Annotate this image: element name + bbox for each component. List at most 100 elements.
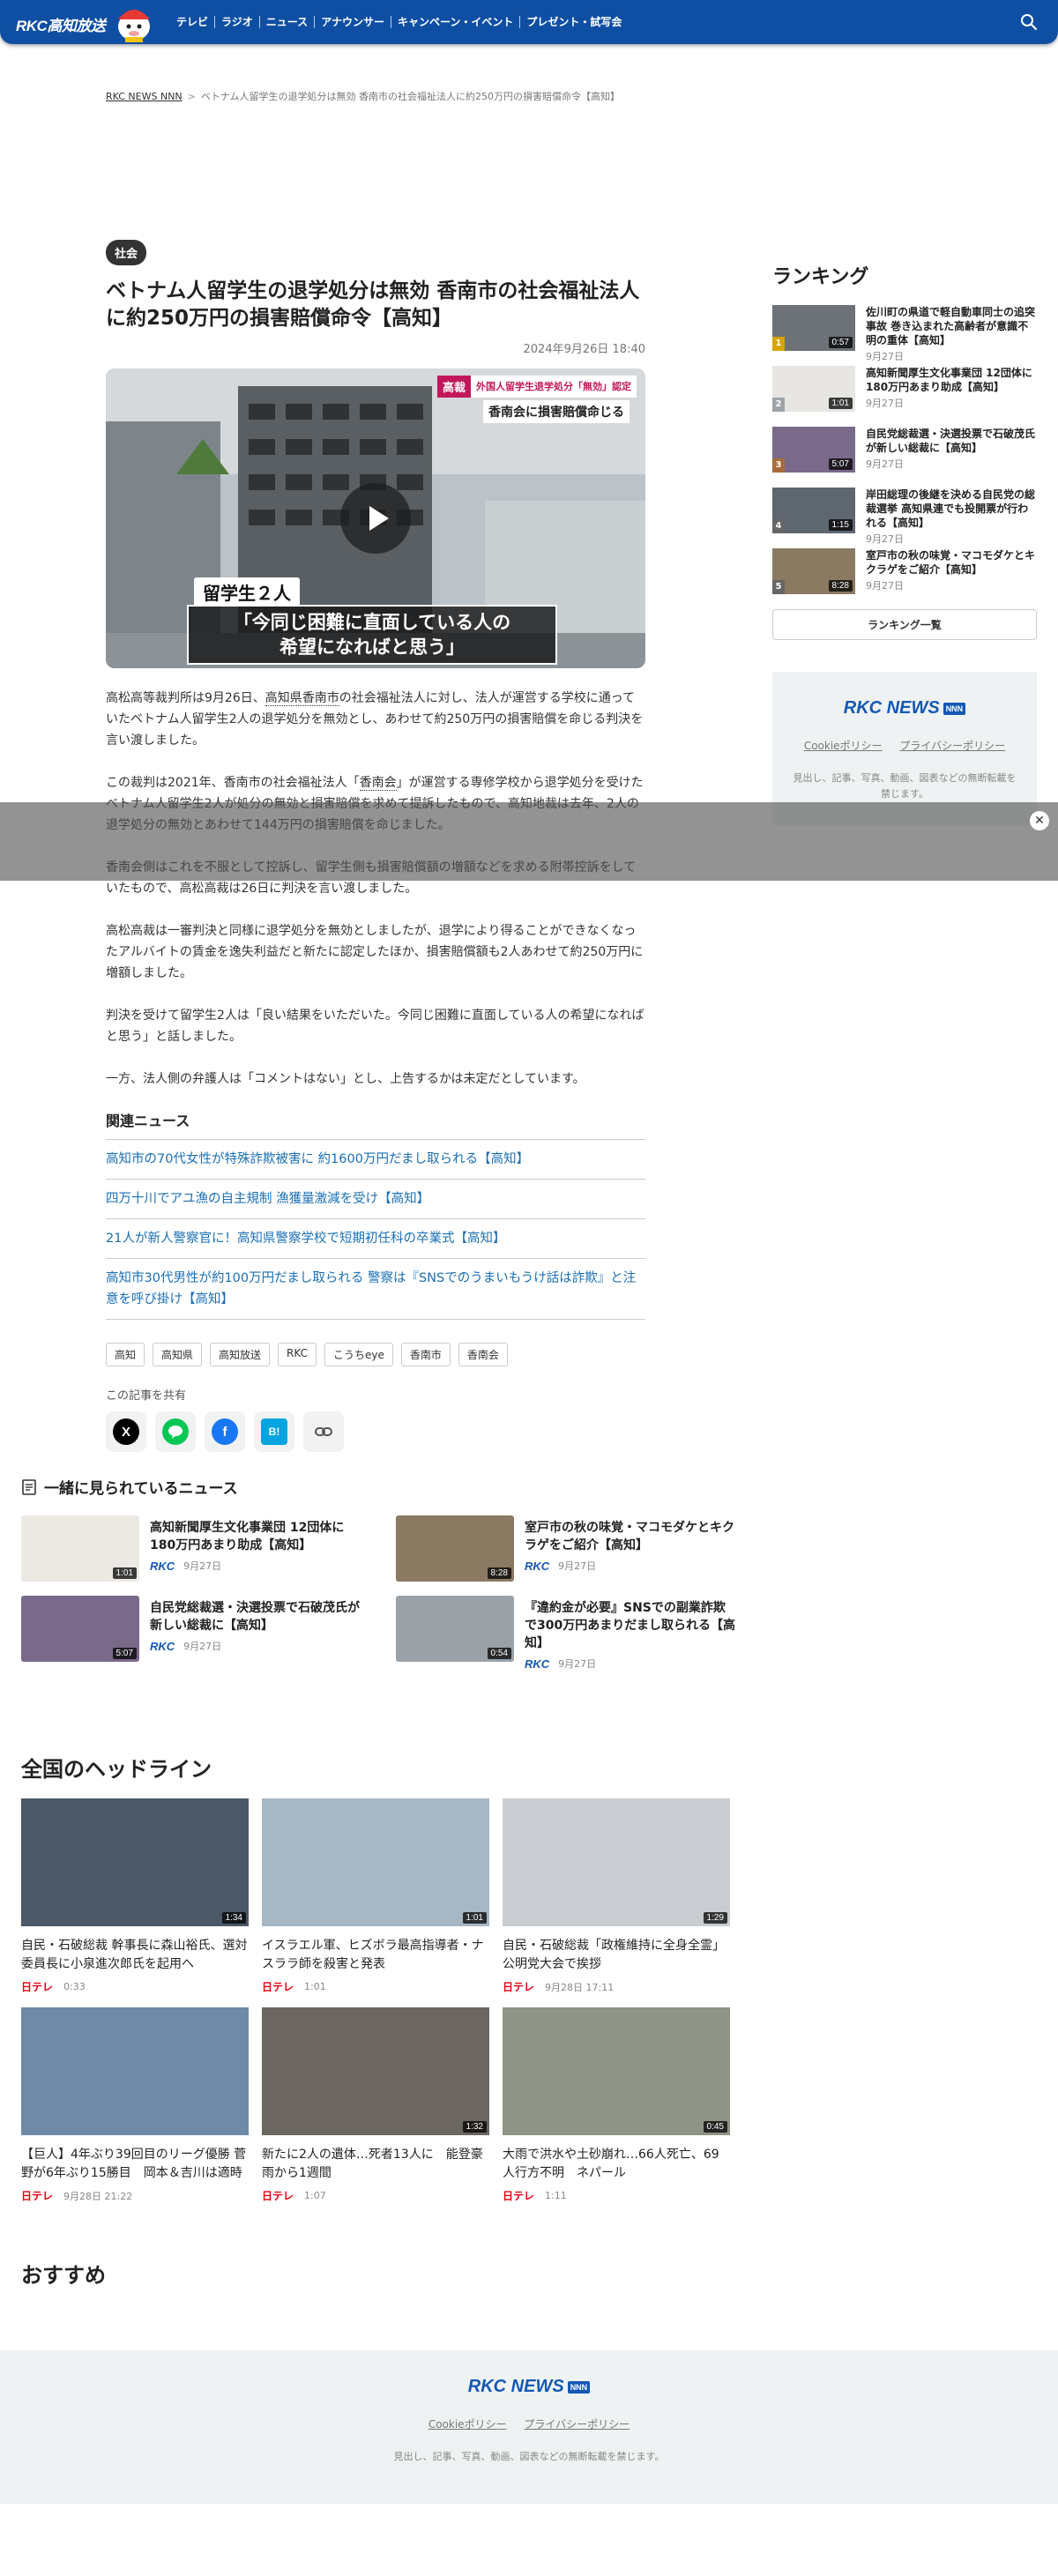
also-viewed-text: 高知新聞厚生文化事業団 12団体に180万円あまり助成【高知】 RKC 9月27日 bbox=[150, 1519, 361, 1582]
footer-cookie-policy-link[interactable]: Cookieポリシー bbox=[428, 2418, 507, 2431]
close-icon[interactable]: ✕ bbox=[1030, 811, 1049, 830]
copy-link-button[interactable] bbox=[303, 1411, 344, 1452]
tag[interactable]: 高知放送 bbox=[210, 1343, 271, 1366]
share-hatena-button[interactable]: B! bbox=[254, 1411, 294, 1452]
ranking-item[interactable]: 4 1:15 岸田総理の後継を決める自民党の総裁選挙 高知県連でも投開票が行われ… bbox=[772, 488, 1037, 545]
search-icon[interactable] bbox=[1019, 12, 1039, 32]
tag[interactable]: RKC bbox=[278, 1343, 317, 1366]
tag[interactable]: 香南会 bbox=[458, 1343, 508, 1366]
headline-card[interactable]: 1:34 自民・石破総裁 幹事長に森山裕氏、選対委員長に小泉進次郎氏を起用へ 日… bbox=[21, 1798, 249, 1994]
share-x-button[interactable]: X bbox=[106, 1411, 146, 1452]
related-news-link[interactable]: 高知市の70代女性が特殊詐欺被害に 約1600万円だまし取られる【高知】 bbox=[106, 1140, 645, 1180]
ranking-item[interactable]: 5 8:28 室戸市の秋の味覚・マコモダケとキクラゲをご紹介【高知】 9月27日 bbox=[772, 548, 1037, 596]
ranking-item-title: 室戸市の秋の味覚・マコモダケとキクラゲをご紹介【高知】 bbox=[866, 549, 1036, 576]
video-speaker: 留学生２人 bbox=[194, 577, 300, 607]
headline-meta: 日テレ 0:33 bbox=[21, 1979, 249, 1994]
ranking-item-date: 9月27日 bbox=[866, 533, 904, 545]
footer-copyright: 見出し、記事、写真、動画、図表などの無断転載を禁じます。 bbox=[393, 2451, 665, 2462]
video-duration: 8:28 bbox=[828, 580, 853, 592]
video-player[interactable]: 高裁 外国人留学生退学処分「無効」認定 香南会に損害賠償命じる 留学生２人 「今… bbox=[106, 369, 645, 668]
headline-meta-text: 1:11 bbox=[545, 2190, 567, 2201]
nav-radio[interactable]: ラジオ bbox=[214, 16, 259, 28]
also-viewed-section: 一緒に見られているニュース 1:01 高知新聞厚生文化事業団 12団体に180万… bbox=[21, 1476, 735, 1673]
related-news-link[interactable]: 21人が新人警察官に！高知県警察学校で短期初任科の卒業式【高知】 bbox=[106, 1219, 645, 1259]
related-news-link[interactable]: 四万十川でアユ漁の自主規制 漁獲量激減を受け【高知】 bbox=[106, 1180, 645, 1219]
breadcrumb-home[interactable]: RKC NEWS NNN bbox=[106, 91, 183, 102]
ranking-item[interactable]: 2 1:01 高知新聞厚生文化事業団 12団体に180万円あまり助成【高知】 9月… bbox=[772, 366, 1037, 413]
also-viewed-item[interactable]: 8:28 室戸市の秋の味覚・マコモダケとキクラゲをご紹介【高知】 RKC 9月27日 bbox=[396, 1515, 735, 1582]
source-logo: RKC bbox=[525, 1560, 550, 1573]
ranking-item-title: 佐川町の県道で軽自動車同士の追突事故 巻き込まれた高齢者が意識不明の重体【高知】 bbox=[866, 306, 1036, 346]
tag[interactable]: 香南市 bbox=[400, 1343, 451, 1366]
keyword-link[interactable]: 高知県香南市 bbox=[264, 691, 339, 706]
also-viewed-item[interactable]: 5:07 自民党総裁選・決選投票で石破茂氏が新しい総裁に【高知】 RKC 9月27日 bbox=[21, 1596, 361, 1673]
site-logo[interactable]: RKC高知放送 bbox=[16, 13, 106, 35]
also-viewed-item[interactable]: 0:54 『違約金が必要』SNSでの副業詐欺で300万円あまりだまし取られる【高… bbox=[396, 1596, 735, 1673]
tag[interactable]: こうちeye bbox=[324, 1343, 393, 1366]
video-quote-line-2: 希望になればと思う」 bbox=[279, 637, 465, 658]
headline-thumbnail: 0:45 bbox=[503, 2007, 730, 2135]
ranking-item[interactable]: 3 5:07 自民党総裁選・決選投票で石破茂氏が新しい総裁に【高知】 9月27日 bbox=[772, 427, 1037, 474]
nav-present[interactable]: プレゼント・試写会 bbox=[519, 16, 628, 28]
also-viewed-title: 一緒に見られているニュース bbox=[21, 1476, 735, 1498]
rkc-news-logo: RKC NEWS NNN bbox=[843, 698, 966, 718]
link-icon bbox=[315, 1427, 332, 1436]
mascot-icon bbox=[118, 10, 150, 42]
headline-meta: 日テレ 1:11 bbox=[503, 2188, 730, 2203]
video-duration: 1:01 bbox=[828, 398, 853, 409]
copyright-notice: 見出し、記事、写真、動画、図表などの無断転載を禁じます。 bbox=[793, 772, 1017, 800]
line-icon bbox=[162, 1418, 189, 1445]
play-button[interactable] bbox=[340, 483, 411, 554]
ranking-item-date: 9月27日 bbox=[866, 458, 904, 470]
also-viewed-thumbnail: 8:28 bbox=[396, 1515, 514, 1582]
share-line-button[interactable] bbox=[155, 1411, 196, 1452]
headline-card[interactable]: 【巨人】4年ぶり39回目のリーグ優勝 菅野が6年ぶり15勝目 岡本＆吉川は適時打… bbox=[21, 2007, 249, 2203]
nav-announcer[interactable]: アナウンサー bbox=[314, 16, 391, 28]
keyword-link[interactable]: 香南会 bbox=[359, 776, 397, 791]
article-title: ベトナム人留学生の退学処分は無効 香南市の社会福祉法人に約250万円の損害賠償命… bbox=[106, 279, 640, 330]
headline-card[interactable]: 1:29 自民・石破総裁「政権維持に全身全霊」公明党大会で挨拶 日テレ 9月28日… bbox=[503, 1798, 730, 1994]
headline-title: 自民・石破総裁 幹事長に森山裕氏、選対委員長に小泉進次郎氏を起用へ bbox=[21, 1939, 248, 1971]
ntv-logo: 日テレ bbox=[503, 2190, 535, 2202]
page-footer: RKC NEWS NNN Cookieポリシー プライバシーポリシー 見出し、記事… bbox=[0, 2350, 1058, 2504]
tag[interactable]: 高知県 bbox=[153, 1343, 203, 1366]
ranking-thumbnail: 3 5:07 bbox=[772, 427, 855, 473]
tag[interactable]: 高知 bbox=[106, 1343, 145, 1366]
headline-thumbnail bbox=[21, 2007, 249, 2135]
ranking-item-text: 室戸市の秋の味覚・マコモダケとキクラゲをご紹介【高知】 9月27日 bbox=[866, 548, 1037, 596]
category-badge[interactable]: 社会 bbox=[106, 240, 147, 265]
headline-meta-text: 1:01 bbox=[304, 1981, 326, 1992]
policy-links: Cookieポリシー プライバシーポリシー bbox=[790, 738, 1019, 753]
related-news-link[interactable]: 高知市30代男性が約100万円だまし取られる 警察は『SNSでのうまいもうけ話は… bbox=[106, 1259, 645, 1320]
footer-logo-text: RKC NEWS bbox=[467, 2377, 564, 2396]
ranking-item[interactable]: 1 0:57 佐川町の県道で軽自動車同士の追突事故 巻き込まれた高齢者が意識不明… bbox=[772, 305, 1037, 362]
ranking-item-title: 高知新聞厚生文化事業団 12団体に180万円あまり助成【高知】 bbox=[866, 367, 1032, 393]
ranking-more-button[interactable]: ランキング一覧 bbox=[772, 609, 1037, 640]
headline-card[interactable]: 0:45 大雨で洪水や土砂崩れ…66人死亡、69人行方不明 ネパール 日テレ 1:… bbox=[503, 2007, 730, 2203]
also-viewed-thumbnail: 1:01 bbox=[21, 1515, 139, 1582]
nav-news[interactable]: ニュース bbox=[258, 16, 314, 28]
share-facebook-button[interactable]: f bbox=[205, 1411, 245, 1452]
also-viewed-meta: RKC 9月27日 bbox=[525, 1656, 735, 1673]
privacy-policy-link[interactable]: プライバシーポリシー bbox=[899, 740, 1005, 752]
headline-thumbnail: 1:01 bbox=[262, 1798, 489, 1926]
headline-card[interactable]: 1:01 イスラエル軍、ヒズボラ最高指導者・ナスララ師を殺害と発表 日テレ 1:0… bbox=[262, 1798, 489, 1994]
ranking-item-title: 自民党総裁選・決選投票で石破茂氏が新しい総裁に【高知】 bbox=[866, 428, 1036, 454]
nav-campaign[interactable]: キャンペーン・イベント bbox=[390, 16, 519, 28]
footer-privacy-policy-link[interactable]: プライバシーポリシー bbox=[524, 2418, 630, 2431]
ntv-logo: 日テレ bbox=[262, 2190, 294, 2202]
ntv-logo: 日テレ bbox=[262, 1981, 294, 1993]
headline-title: 大雨で洪水や土砂崩れ…66人死亡、69人行方不明 ネパール bbox=[503, 2148, 719, 2180]
ranking-title: ランキング bbox=[772, 266, 869, 288]
nav-tv[interactable]: テレビ bbox=[173, 16, 214, 28]
rank-number: 1 bbox=[772, 337, 785, 351]
tag-list: 高知 高知県 高知放送 RKC こうちeye 香南市 香南会 bbox=[106, 1343, 645, 1366]
rkc-news-logo-text: RKC NEWS bbox=[843, 698, 940, 718]
also-viewed-grid: 1:01 高知新聞厚生文化事業団 12団体に180万円あまり助成【高知】 RKC 9… bbox=[21, 1515, 735, 1673]
cookie-policy-link[interactable]: Cookieポリシー bbox=[804, 740, 883, 752]
news-list-icon bbox=[22, 1478, 36, 1495]
video-duration: 1:34 bbox=[221, 1912, 246, 1924]
headline-card[interactable]: 1:32 新たに2人の遺体…死者13人に 能登豪雨から1週間 日テレ 1:07 bbox=[262, 2007, 489, 2203]
article-paragraph: 一方、法人側の弁護人は「コメントはない」とし、上告するかは未定だとしています。 bbox=[106, 1072, 585, 1086]
also-viewed-item[interactable]: 1:01 高知新聞厚生文化事業団 12団体に180万円あまり助成【高知】 RKC 9… bbox=[21, 1515, 361, 1582]
